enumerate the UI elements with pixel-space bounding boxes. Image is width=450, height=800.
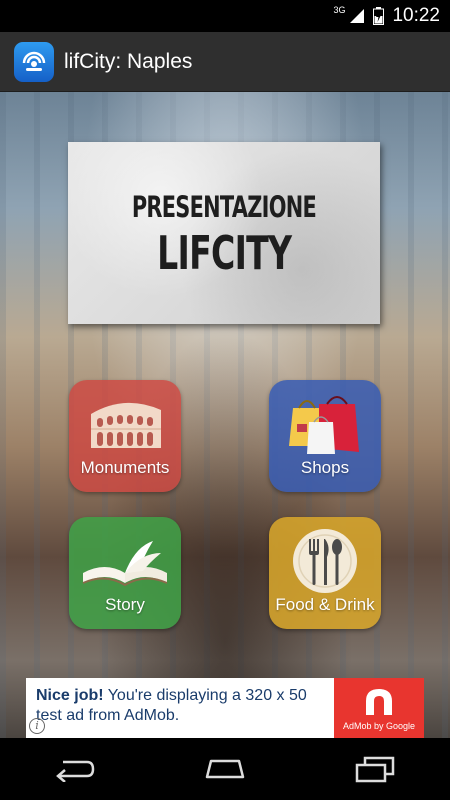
ad-info-icon[interactable]: i — [29, 718, 45, 734]
tile-story-label: Story — [105, 595, 145, 614]
ad-banner[interactable]: Nice job! You're displaying a 320 x 50 t… — [26, 678, 424, 738]
app-title: lifCity: Naples — [64, 49, 193, 73]
ad-text: Nice job! You're displaying a 320 x 50 t… — [26, 678, 334, 738]
status-bar: 3G 10:22 — [0, 0, 450, 32]
back-icon — [56, 760, 95, 782]
tile-shops-label: Shops — [300, 458, 350, 477]
main-content: PRESENTAZIONE LIFCITY Monuments Shops St… — [0, 92, 450, 738]
admob-icon — [366, 689, 392, 715]
tile-food-drink[interactable]: Food & Drink — [269, 517, 381, 629]
plate-cutlery-icon — [293, 529, 357, 593]
colosseum-icon — [91, 402, 161, 448]
recent-apps-button[interactable] — [330, 744, 420, 794]
presentation-card[interactable]: PRESENTAZIONE LIFCITY — [68, 142, 380, 324]
tile-shops[interactable]: Shops — [269, 380, 381, 492]
battery-icon — [373, 7, 385, 25]
tile-story[interactable]: Story — [69, 517, 181, 629]
action-bar: lifCity: Naples — [0, 32, 450, 92]
navigation-bar — [0, 738, 450, 800]
clock: 10:22 — [392, 5, 440, 26]
admob-caption: AdMob by Google — [342, 721, 416, 731]
presentation-line2: LIFCITY — [156, 226, 292, 280]
app-logo-icon[interactable] — [14, 41, 54, 82]
presentation-line1: PRESENTAZIONE — [131, 190, 317, 224]
tile-monuments[interactable]: Monuments — [69, 380, 181, 492]
back-button[interactable] — [30, 744, 120, 794]
network-type: 3G — [333, 5, 346, 15]
recent-apps-icon — [355, 756, 395, 783]
home-icon — [205, 759, 245, 779]
tile-food-drink-label: Food & Drink — [275, 595, 375, 614]
tile-monuments-label: Monuments — [80, 458, 170, 477]
admob-logo: AdMob by Google — [334, 678, 424, 738]
signal-icon — [350, 9, 365, 23]
open-book-icon — [82, 541, 168, 587]
shopping-bags-icon — [289, 396, 359, 454]
home-button[interactable] — [180, 744, 270, 794]
ad-headline: Nice job! — [36, 687, 104, 704]
